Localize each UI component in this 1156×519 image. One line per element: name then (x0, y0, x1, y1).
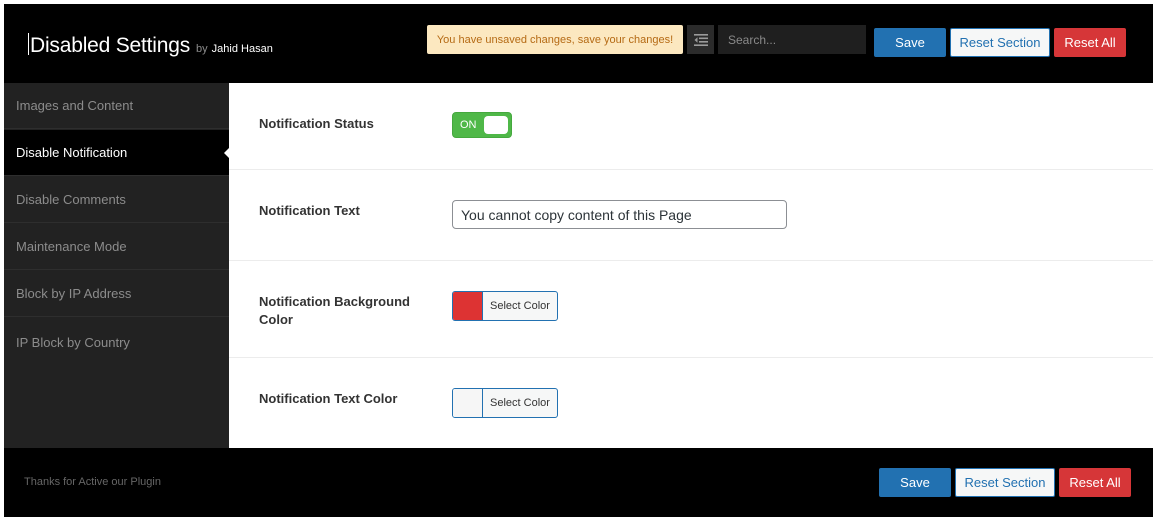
toggle-knob (484, 116, 508, 134)
reset-all-button[interactable]: Reset All (1054, 28, 1126, 57)
field-label: Notification Text (259, 203, 360, 218)
notification-text-input[interactable] (452, 200, 787, 229)
field-label: Notification Status (259, 116, 374, 131)
field-row-notification-background-color: Notification Background Color Select Col… (229, 261, 1153, 358)
notification-status-toggle[interactable]: ON (452, 112, 512, 138)
expand-button[interactable] (687, 25, 714, 54)
page-title: Disabled Settings (30, 34, 191, 57)
sidebar-item-label: Images and Content (16, 98, 134, 113)
sidebar-item-images-and-content[interactable]: Images and Content (4, 83, 229, 129)
unsaved-changes-notice: You have unsaved changes, save your chan… (427, 25, 683, 54)
footer-reset-section-button[interactable]: Reset Section (955, 468, 1055, 497)
sidebar-item-label: Disable Comments (16, 192, 126, 207)
expand-list-icon (693, 33, 708, 46)
sidebar-item-maintenance-mode[interactable]: Maintenance Mode (4, 224, 229, 270)
field-row-notification-text: Notification Text (229, 170, 1153, 261)
sidebar-item-disable-comments[interactable]: Disable Comments (4, 177, 229, 223)
field-row-notification-text-color: Notification Text Color Select Color (229, 358, 1153, 448)
search-input[interactable] (718, 25, 866, 54)
sidebar: Images and Content Disable Notification … (4, 83, 230, 448)
select-color-label: Select Color (490, 397, 550, 409)
sidebar-item-block-by-ip-address[interactable]: Block by IP Address (4, 271, 229, 317)
sidebar-item-label: Maintenance Mode (16, 239, 127, 254)
field-label: Notification Text Color (259, 391, 398, 406)
color-swatch (453, 389, 483, 417)
sidebar-item-label: Block by IP Address (16, 286, 132, 301)
text-cursor (28, 33, 29, 55)
sidebar-item-label: Disable Notification (16, 145, 128, 160)
save-button[interactable]: Save (874, 28, 946, 57)
sidebar-item-ip-block-by-country[interactable]: IP Block by Country (4, 319, 229, 365)
by-text: by (196, 43, 208, 55)
field-row-notification-status: Notification Status ON (229, 83, 1153, 170)
color-swatch (453, 292, 483, 320)
field-label: Notification Background Color (259, 294, 410, 327)
author-name: Jahid Hasan (211, 43, 273, 55)
reset-section-button[interactable]: Reset Section (950, 28, 1050, 57)
footer-reset-all-button[interactable]: Reset All (1059, 468, 1131, 497)
text-color-picker[interactable]: Select Color (452, 388, 558, 418)
background-color-picker[interactable]: Select Color (452, 291, 558, 321)
settings-content: Notification Status ON Notification Text… (229, 83, 1153, 448)
sidebar-item-disable-notification[interactable]: Disable Notification (4, 130, 230, 176)
footer-save-button[interactable]: Save (879, 468, 951, 497)
sidebar-item-label: IP Block by Country (16, 334, 130, 350)
footer-text: Thanks for Active our Plugin (24, 476, 161, 488)
toggle-on-text: ON (460, 119, 477, 131)
title-area: Disabled Settings by Jahid Hasan (28, 30, 273, 58)
select-color-label: Select Color (490, 300, 550, 312)
